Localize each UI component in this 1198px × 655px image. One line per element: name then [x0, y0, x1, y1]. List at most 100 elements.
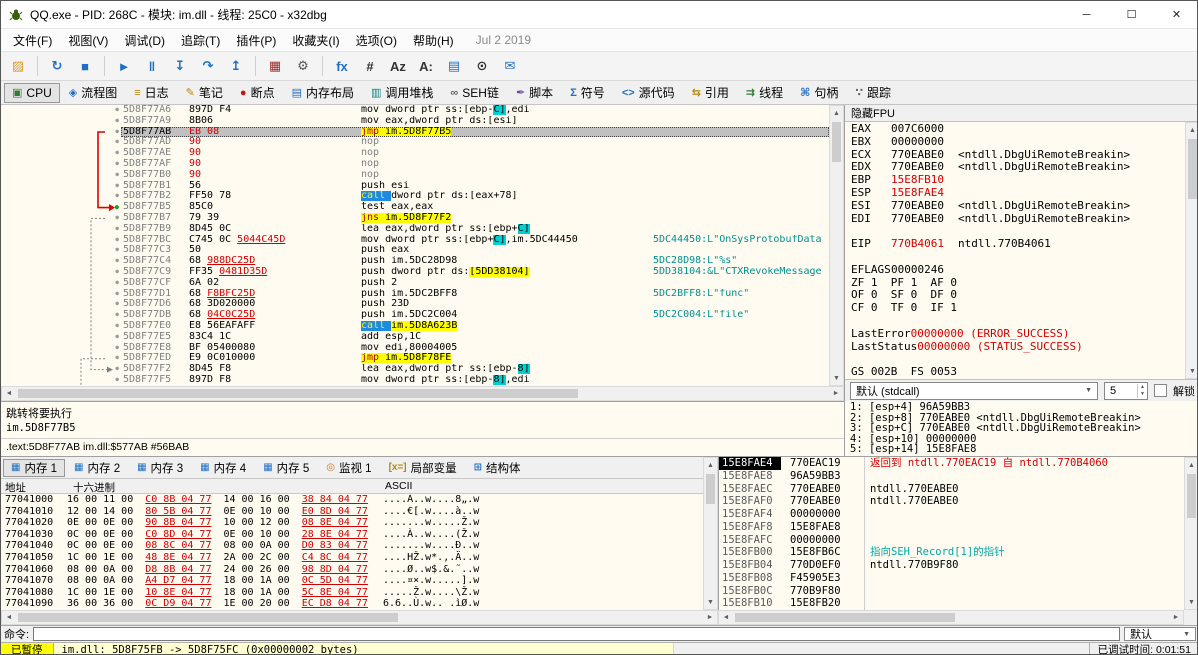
- tab-threads[interactable]: ⇉ 线程: [738, 83, 791, 103]
- disasm-row[interactable]: ● 5D8F77B5 85C0 test eax,eax: [1, 202, 829, 213]
- stack-row[interactable]: 15E8FB00 15E8FB6C: [719, 546, 864, 559]
- breakpoint-dot[interactable]: ●: [115, 235, 119, 246]
- dump-row[interactable]: 77041050 1C 00 1E 00 48 8E 04 77 2A 00 2C 0…: [1, 552, 703, 564]
- scroll-thumb[interactable]: [735, 613, 955, 622]
- find-icon[interactable]: ⊙: [469, 54, 495, 78]
- registers-vscrollbar[interactable]: ▲ ▼: [1185, 122, 1197, 379]
- stack-row[interactable]: 15E8FAE8 96A59BB3: [719, 470, 864, 483]
- disasm-vscrollbar[interactable]: ▲ ▼: [829, 105, 844, 386]
- tab-locals[interactable]: [x=] 局部变量: [381, 459, 465, 477]
- tab-references[interactable]: ⇆ 引用: [684, 83, 737, 103]
- disasm-row[interactable]: ● 5D8F77ED E9 0C010000 jmp im.5D8F78FE: [1, 353, 829, 364]
- breakpoint-dot[interactable]: ●: [115, 353, 119, 364]
- tab-handles[interactable]: ⌘ 句柄: [792, 83, 846, 103]
- stack-hscrollbar[interactable]: ◄ ►: [718, 610, 1184, 625]
- disasm-row[interactable]: ● 5D8F77AF 90 nop: [1, 159, 829, 170]
- disasm-row[interactable]: ● 5D8F77DB 68 04C0C25D push im.5DC2C004 5DC2…: [1, 310, 829, 321]
- menu-item[interactable]: 视图(V): [60, 29, 116, 51]
- disasm-row[interactable]: ● 5D8F77B9 8D45 0C lea eax,dword ptr ss:[eb…: [1, 223, 829, 235]
- step-into-icon[interactable]: ↧: [167, 54, 193, 78]
- calling-convention-select[interactable]: 默认 (stdcall) ▼: [850, 381, 1098, 400]
- breakpoint-dot[interactable]: ●: [115, 116, 119, 127]
- disasm-row[interactable]: ● 5D8F77B0 90 nop: [1, 170, 829, 181]
- restart-icon[interactable]: ↻: [44, 54, 70, 78]
- scroll-up-icon[interactable]: ▲: [1185, 458, 1197, 472]
- breakpoint-dot[interactable]: ●: [115, 105, 119, 116]
- stack-row[interactable]: 15E8FB10 15E8FB20: [719, 597, 864, 610]
- assemble-icon[interactable]: Az: [385, 54, 411, 78]
- unlock-checkbox[interactable]: [1154, 384, 1167, 397]
- tab-symbols[interactable]: Σ 符号: [562, 83, 613, 103]
- tab-memory-map[interactable]: ▤ 内存布局: [284, 83, 362, 103]
- scroll-up-icon[interactable]: ▲: [830, 106, 843, 120]
- breakpoint-dot[interactable]: ●: [115, 202, 119, 213]
- menu-item[interactable]: 收藏夹(I): [284, 29, 347, 51]
- dump-row[interactable]: 77041060 08 00 0A 00 D8 8B 04 77 24 00 26 0…: [1, 564, 703, 576]
- dump-row[interactable]: 77041040 0C 00 0E 00 08 8C 04 77 08 00 0A 0…: [1, 540, 703, 552]
- scroll-left-icon[interactable]: ◄: [2, 387, 16, 400]
- pause-icon[interactable]: ‖: [139, 54, 165, 78]
- tab-dump-2[interactable]: ▦ 内存 2: [66, 459, 128, 477]
- breakpoint-dot[interactable]: ●: [115, 267, 119, 278]
- breakpoint-dot[interactable]: ●: [115, 137, 119, 148]
- dump-row[interactable]: 77041070 08 00 0A 00 A4 D7 04 77 18 00 1A 0…: [1, 575, 703, 587]
- calculator-icon[interactable]: fx: [329, 54, 355, 78]
- breakpoint-dot[interactable]: ●: [115, 245, 119, 256]
- menu-item[interactable]: 选项(O): [348, 29, 405, 51]
- breakpoint-dot[interactable]: ●: [115, 364, 119, 375]
- stack-row[interactable]: 15E8FAF4 00000000: [719, 508, 864, 521]
- breakpoint-dot[interactable]: ●: [115, 299, 119, 310]
- tab-dump-1[interactable]: ▦ 内存 1: [3, 458, 66, 477]
- breakpoint-dot[interactable]: ●: [115, 170, 119, 181]
- close-button[interactable]: ✕: [1154, 1, 1197, 28]
- menu-item[interactable]: 插件(P): [228, 29, 284, 51]
- disasm-row[interactable]: ● 5D8F77AB EB 08 jmp im.5D8F77B5: [1, 126, 829, 138]
- tab-watch-1[interactable]: ◎ 监视 1: [318, 459, 379, 477]
- stop-icon[interactable]: ■: [72, 54, 98, 78]
- register-line[interactable]: LastStatus00000000 (STATUS_SUCCESS): [851, 340, 1184, 354]
- disasm-row[interactable]: ● 5D8F77B2 FF50 78 call dword ptr ds:[eax+7…: [1, 191, 829, 202]
- disasm-row[interactable]: ● 5D8F77AE 90 nop: [1, 148, 829, 159]
- scroll-down-icon[interactable]: ▼: [1185, 595, 1197, 609]
- register-line[interactable]: GS 002B FS 0053: [851, 365, 1184, 379]
- breakpoint-dot[interactable]: ●: [115, 191, 119, 202]
- step-over-icon[interactable]: ↷: [195, 54, 221, 78]
- disasm-row[interactable]: ● 5D8F77D1 68 F8BFC25D push im.5DC2BFF8 5DC2…: [1, 289, 829, 300]
- dump-row[interactable]: 77041020 0E 00 0E 00 90 8B 04 77 10 00 12 0…: [1, 517, 703, 529]
- patches-icon[interactable]: ▦: [262, 54, 288, 78]
- stack-row[interactable]: 15E8FAE4 770EAC19: [719, 457, 864, 470]
- tab-seh[interactable]: ∞ SEH链: [442, 83, 507, 103]
- menu-item[interactable]: 追踪(T): [173, 29, 228, 51]
- scroll-up-icon[interactable]: ▲: [704, 458, 717, 472]
- breakpoint-dot[interactable]: ●: [115, 224, 119, 235]
- breakpoint-dot[interactable]: ●: [115, 213, 119, 224]
- register-line[interactable]: EDI 770EABE0 <ntdll.DbgUiRemoteBreakin>: [851, 212, 1184, 226]
- scroll-left-icon[interactable]: ◄: [719, 611, 733, 624]
- disasm-row[interactable]: ● 5D8F77AD 90 nop: [1, 137, 829, 148]
- disasm-row[interactable]: ● 5D8F77E0 E8 56EAFAFF call im.5D8A623B: [1, 320, 829, 332]
- scroll-left-icon[interactable]: ◄: [2, 611, 16, 624]
- scroll-up-icon[interactable]: ▲: [1186, 123, 1197, 137]
- open-file-icon[interactable]: ▨: [5, 54, 31, 78]
- splitter[interactable]: [1, 456, 1197, 457]
- stack-row[interactable]: 15E8FAEC 770EABE0: [719, 483, 864, 496]
- scroll-thumb[interactable]: [1187, 474, 1196, 518]
- settings-icon[interactable]: ⚙: [290, 54, 316, 78]
- hash-icon[interactable]: #: [357, 54, 383, 78]
- disasm-row[interactable]: ● 5D8F77BC C745 0C 5044C45D mov dword ptr s…: [1, 234, 829, 246]
- maximize-button[interactable]: ☐: [1109, 1, 1154, 28]
- breakpoint-dot[interactable]: ●: [115, 289, 119, 300]
- scroll-right-icon[interactable]: ►: [703, 611, 717, 624]
- dump-row[interactable]: 77041080 1C 00 1E 00 10 8E 04 77 18 00 1A 0…: [1, 587, 703, 599]
- dump-hscrollbar[interactable]: ◄ ►: [1, 610, 718, 625]
- stack-row[interactable]: 15E8FB0C 770B9F80: [719, 585, 864, 598]
- run-icon[interactable]: ►: [111, 54, 137, 78]
- disasm-row[interactable]: ● 5D8F77F2 8D45 F8 lea eax,dword ptr ss:[eb…: [1, 364, 829, 375]
- scroll-thumb[interactable]: [1188, 139, 1197, 199]
- dump-row[interactable]: 77041030 0C 00 0E 00 C0 8D 04 77 0E 00 10 0…: [1, 529, 703, 541]
- breakpoint-dot[interactable]: ●: [115, 321, 119, 332]
- stack-arg[interactable]: 1: [esp+4] 96A59BB3: [850, 402, 1197, 413]
- scroll-right-icon[interactable]: ►: [1169, 611, 1183, 624]
- breakpoint-dot[interactable]: ●: [115, 127, 119, 138]
- disasm-row[interactable]: ● 5D8F77A9 8B06 mov eax,dword ptr ds:[esi]: [1, 116, 829, 127]
